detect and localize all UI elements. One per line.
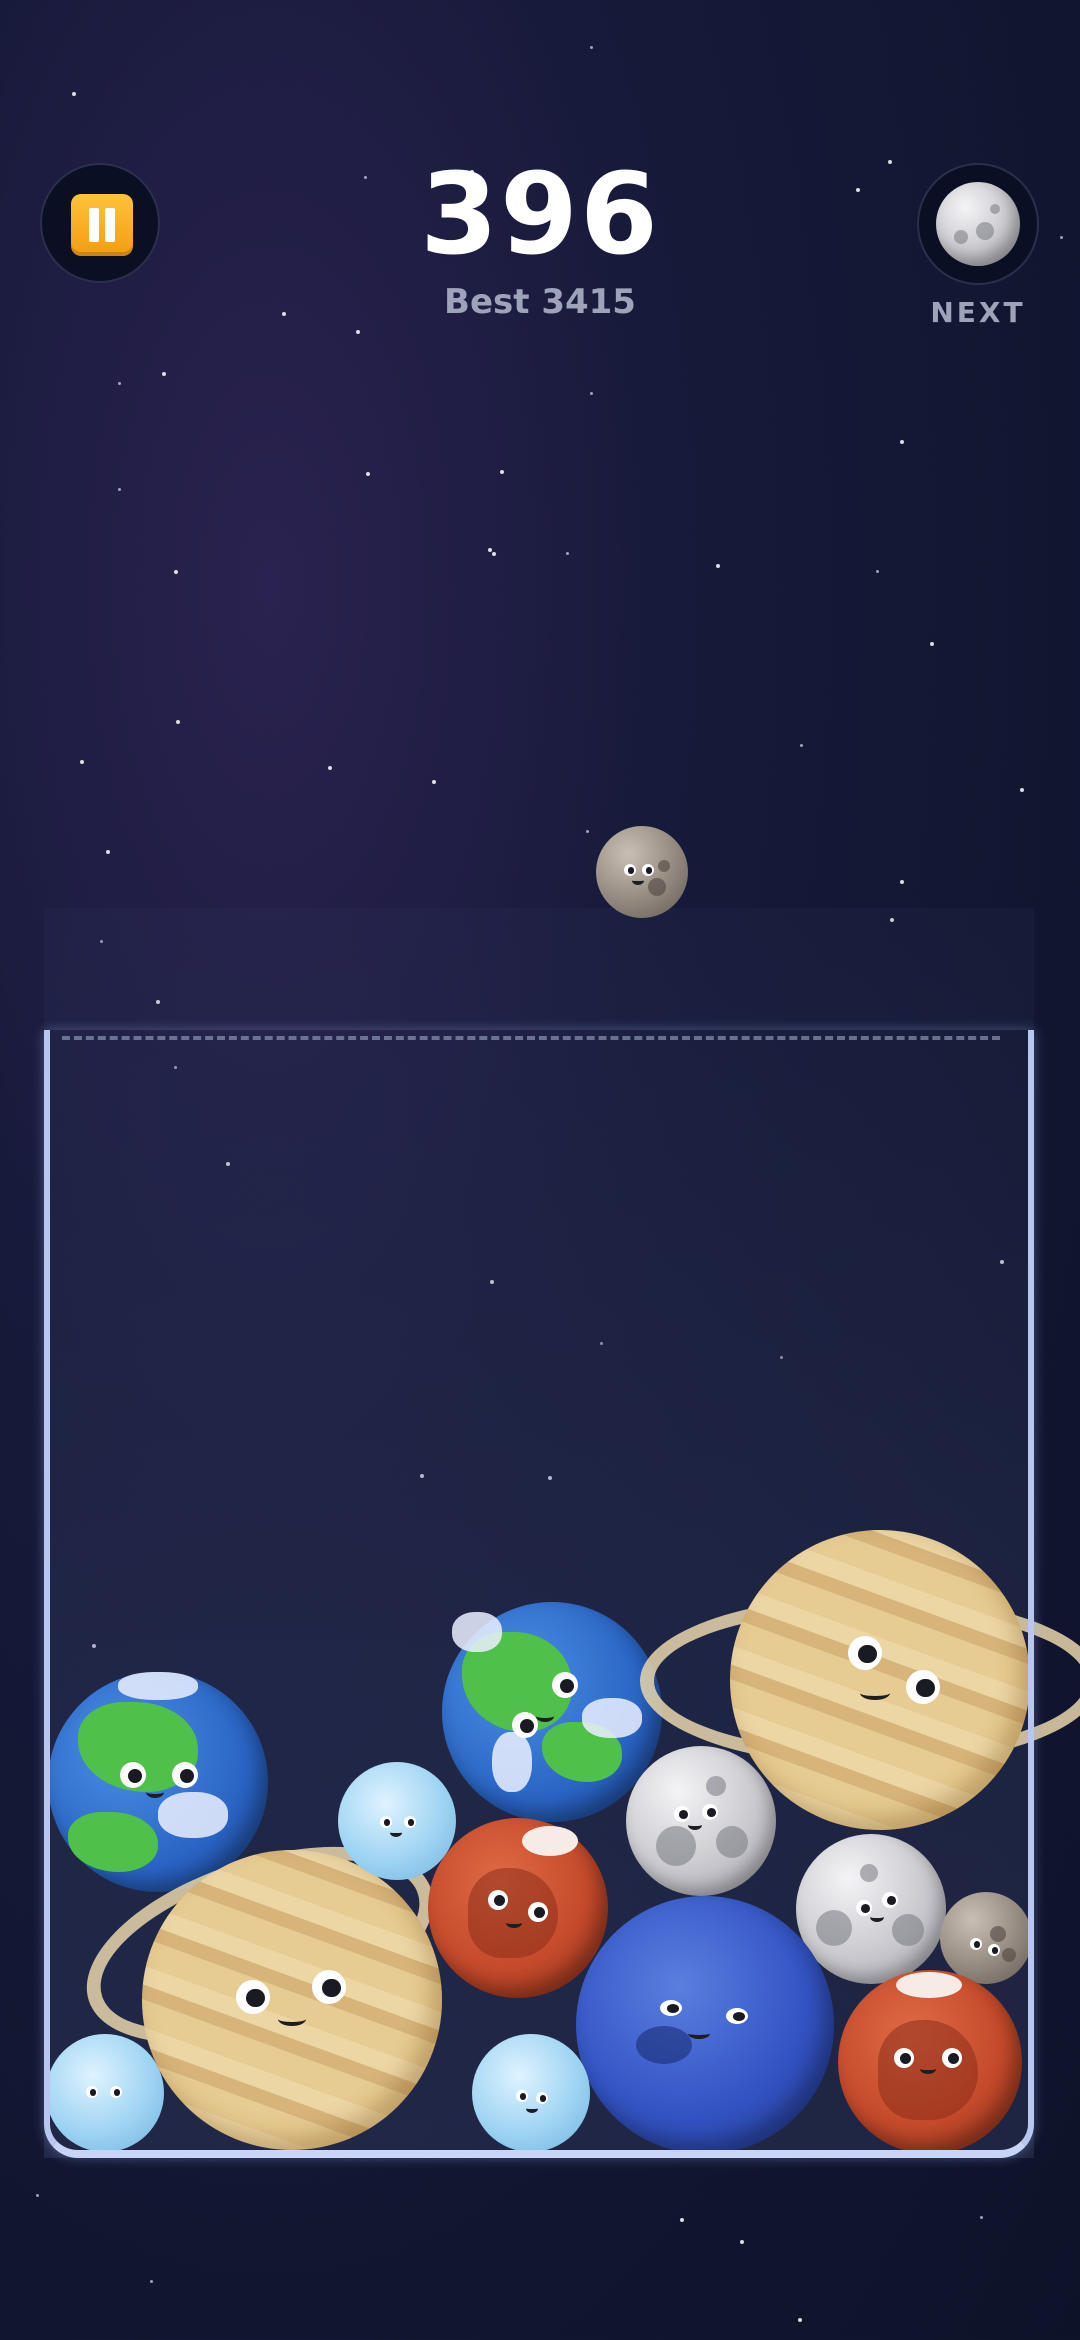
star bbox=[106, 850, 110, 854]
star bbox=[36, 2194, 39, 2197]
star bbox=[740, 2240, 744, 2244]
jar-outline bbox=[44, 1030, 1034, 2158]
star bbox=[118, 382, 121, 385]
star bbox=[328, 766, 332, 770]
star bbox=[800, 744, 803, 747]
next-label: NEXT bbox=[930, 296, 1026, 329]
star bbox=[680, 2218, 684, 2222]
star bbox=[586, 830, 589, 833]
star bbox=[162, 372, 166, 376]
next-planet-preview bbox=[917, 163, 1039, 285]
star bbox=[356, 330, 360, 334]
star bbox=[900, 880, 904, 884]
star bbox=[716, 564, 720, 568]
star bbox=[432, 780, 436, 784]
star bbox=[492, 552, 496, 556]
star bbox=[366, 472, 370, 476]
star bbox=[1020, 788, 1024, 792]
star bbox=[590, 46, 593, 49]
star bbox=[566, 552, 569, 555]
star bbox=[500, 470, 504, 474]
next-moon-icon bbox=[936, 182, 1020, 266]
star bbox=[876, 570, 879, 573]
star bbox=[118, 488, 121, 491]
star bbox=[176, 720, 180, 724]
star bbox=[150, 2280, 153, 2283]
star bbox=[174, 570, 178, 574]
star bbox=[590, 392, 593, 395]
star bbox=[980, 2216, 983, 2219]
star bbox=[72, 92, 76, 96]
star bbox=[900, 440, 904, 444]
star bbox=[798, 2318, 802, 2322]
star bbox=[80, 760, 84, 764]
star bbox=[488, 548, 492, 552]
star bbox=[930, 642, 934, 646]
dropper-rocky-moon[interactable] bbox=[596, 826, 688, 918]
